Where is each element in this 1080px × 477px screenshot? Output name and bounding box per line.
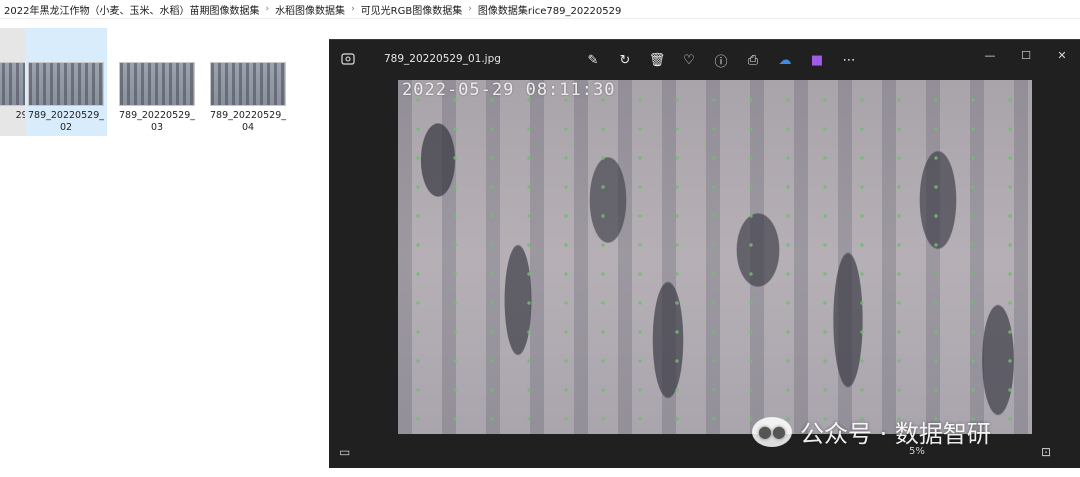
viewer-filename: 789_20220529_01.jpg (384, 53, 501, 65)
clipchamp-icon[interactable]: ■ (801, 50, 833, 70)
breadcrumb-separator-icon: › (468, 4, 472, 14)
photos-viewer-window: 789_20220529_01.jpg ✎ ↻ 🗑 ♡ ⓘ ⎙ ☁ ■ ⋯ — … (329, 39, 1080, 468)
rotate-icon[interactable]: ↻ (609, 50, 641, 70)
thumbnail-label-line: 03 (150, 122, 164, 133)
minimize-icon[interactable]: — (972, 46, 1008, 64)
file-thumbnail[interactable]: 789_20220529_ 04 (207, 28, 289, 136)
favorite-icon[interactable]: ♡ (673, 50, 705, 70)
thumbnail-label: 789_20220529_ 04 (210, 110, 286, 134)
thumbnail-label-line: 04 (241, 122, 255, 133)
viewer-toolbar: ✎ ↻ 🗑 ♡ ⓘ ⎙ ☁ ■ ⋯ (577, 50, 865, 70)
thumbnail-label-line: 02 (59, 122, 73, 133)
thumbnail-label-line: 789_20220529_ (119, 110, 195, 121)
close-icon[interactable]: ✕ (1044, 46, 1080, 64)
watermark: ●● 公众号 · 数据智研 (752, 414, 991, 449)
onedrive-icon[interactable]: ☁ (769, 50, 801, 70)
watermark-text: 公众号 · 数据智研 (800, 420, 991, 448)
print-icon[interactable]: ⎙ (737, 50, 769, 70)
breadcrumb: 2022年黑龙江作物（小麦、玉米、水稻）苗期图像数据集 › 水稻图像数据集 › … (0, 0, 1080, 19)
breadcrumb-item[interactable]: 图像数据集rice789_20220529 (474, 2, 626, 17)
info-icon[interactable]: ⓘ (705, 50, 737, 70)
thumbnail-label: 789_20220529_ 03 (119, 110, 195, 134)
file-thumbnail-grid: 29_ 789_20220529_ 02 789_20220529_ 03 78… (0, 22, 320, 162)
thumbnail-label-line: 789_20220529_ (210, 110, 286, 121)
maximize-icon[interactable]: ☐ (1008, 46, 1044, 64)
more-icon[interactable]: ⋯ (833, 50, 865, 70)
breadcrumb-separator-icon: › (265, 4, 270, 14)
photos-app-icon (341, 52, 355, 66)
thumbnail-label: 789_20220529_ 02 (28, 110, 104, 134)
rice-field-photo[interactable]: 2022-05-29 08:11:30 (398, 80, 1032, 434)
thumbnail-image (210, 62, 286, 106)
window-controls: — ☐ ✕ (972, 46, 1080, 64)
filmstrip-icon[interactable]: ▭ (339, 445, 350, 459)
file-thumbnail[interactable]: 789_20220529_ 02 (25, 28, 107, 136)
breadcrumb-separator-icon: › (351, 4, 355, 14)
thumbnail-image (28, 62, 104, 106)
delete-icon[interactable]: 🗑 (641, 50, 673, 70)
thumbnail-image (119, 62, 195, 106)
file-thumbnail[interactable]: 789_20220529_ 03 (116, 28, 198, 136)
breadcrumb-item[interactable]: 水稻图像数据集 (271, 2, 349, 17)
wechat-logo-icon: ●● (752, 416, 792, 447)
breadcrumb-item[interactable]: 2022年黑龙江作物（小麦、玉米、水稻）苗期图像数据集 (0, 2, 263, 17)
photo-timestamp: 2022-05-29 08:11:30 (402, 80, 616, 100)
thumbnail-label-line: 789_20220529_ (28, 110, 104, 121)
rice-seedlings (398, 80, 1032, 434)
breadcrumb-item[interactable]: 可见光RGB图像数据集 (357, 2, 467, 17)
edit-icon[interactable]: ✎ (577, 50, 609, 70)
fit-to-window-icon[interactable]: ⊡ (1041, 445, 1051, 459)
viewer-titlebar: 789_20220529_01.jpg ✎ ↻ 🗑 ♡ ⓘ ⎙ ☁ ■ ⋯ — … (329, 40, 1080, 80)
